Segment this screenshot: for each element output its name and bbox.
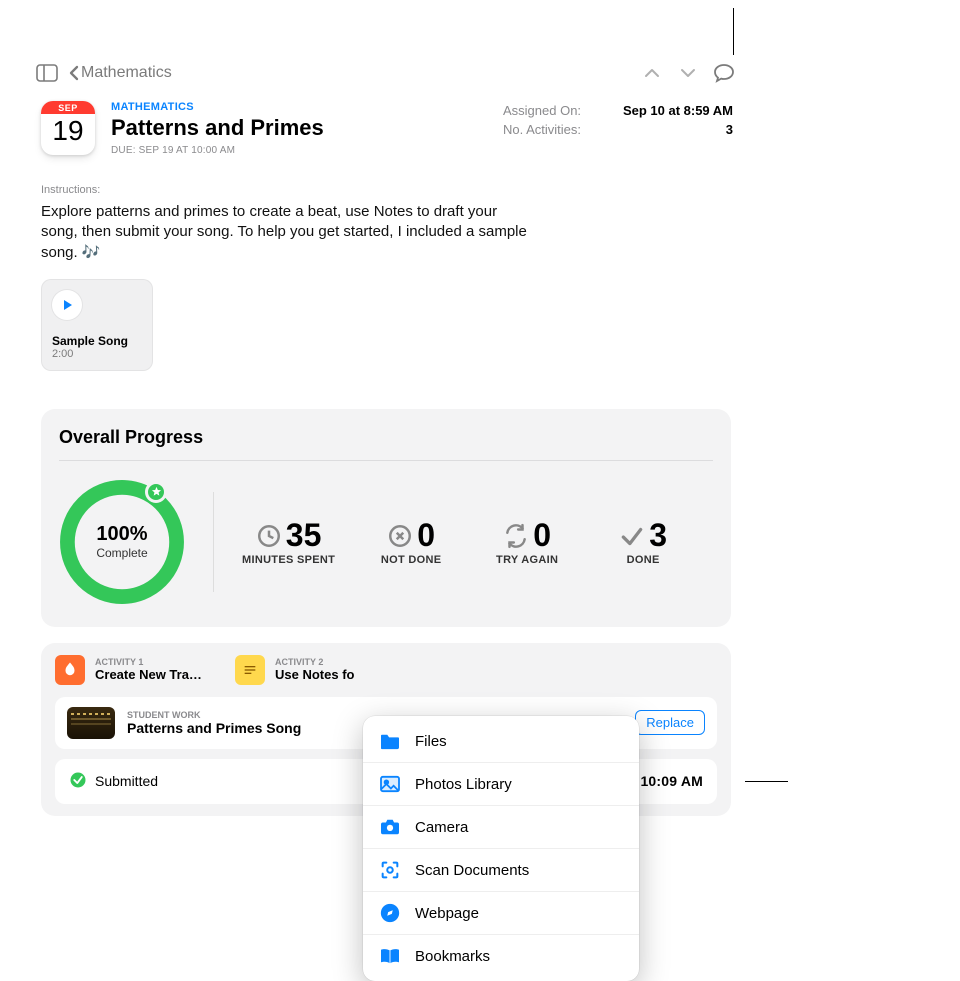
- back-label: Mathematics: [81, 64, 172, 82]
- stat-value: 35: [286, 517, 322, 554]
- menu-item-files[interactable]: Files: [363, 720, 639, 762]
- activity-number: ACTIVITY 1: [95, 657, 202, 667]
- stat-done: 3 DONE: [603, 517, 683, 566]
- activity-number: ACTIVITY 2: [275, 657, 354, 667]
- book-icon: [379, 945, 401, 967]
- instructions-label: Instructions:: [27, 166, 745, 202]
- stat-value: 3: [649, 517, 667, 554]
- calendar-day: 19: [52, 114, 83, 148]
- submitted-label: Submitted: [95, 773, 158, 789]
- next-assignment-button[interactable]: [673, 61, 703, 85]
- overall-progress-card: Overall Progress 100% Complete: [41, 409, 731, 627]
- folder-icon: [379, 730, 401, 752]
- divider: [59, 460, 713, 461]
- check-circle-icon: [69, 771, 87, 792]
- activity-name: Create New Tra…: [95, 667, 202, 682]
- song-thumbnail-icon: [67, 707, 115, 739]
- menu-label: Files: [415, 733, 447, 750]
- garageband-icon: [55, 655, 85, 685]
- sidebar-toggle-icon[interactable]: [33, 61, 61, 85]
- menu-item-scan[interactable]: Scan Documents: [363, 848, 639, 891]
- menu-item-webpage[interactable]: Webpage: [363, 891, 639, 934]
- stat-label: MINUTES SPENT: [242, 554, 335, 566]
- attachment-sample-song[interactable]: Sample Song 2:00: [41, 279, 153, 371]
- overall-progress-title: Overall Progress: [59, 427, 713, 448]
- divider: [213, 492, 214, 592]
- menu-label: Webpage: [415, 905, 479, 922]
- due-date: DUE: SEP 19 AT 10:00 AM: [111, 145, 487, 156]
- menu-label: Photos Library: [415, 776, 512, 793]
- assigned-on-label: Assigned On:: [503, 103, 581, 118]
- app-window: Mathematics SEP 19 MATHEMATICS Patterns …: [27, 55, 745, 915]
- menu-item-bookmarks[interactable]: Bookmarks: [363, 934, 639, 977]
- progress-ring: 100% Complete: [59, 479, 185, 605]
- instructions-body: Explore patterns and primes to create a …: [27, 202, 547, 263]
- x-circle-icon: [387, 523, 413, 549]
- assigned-on-value: Sep 10 at 8:59 AM: [623, 103, 733, 118]
- stat-label: NOT DONE: [371, 554, 451, 566]
- progress-stats: 35 MINUTES SPENT 0 NOT DONE: [242, 517, 683, 566]
- star-badge-icon: [145, 481, 167, 503]
- assignment-header: SEP 19 MATHEMATICS Patterns and Primes D…: [27, 91, 745, 166]
- stat-try-again: 0 TRY AGAIN: [487, 517, 567, 566]
- activity-name: Use Notes fo: [275, 667, 354, 682]
- stat-value: 0: [417, 517, 435, 554]
- replace-button[interactable]: Replace: [635, 710, 705, 735]
- retry-icon: [503, 523, 529, 549]
- menu-label: Bookmarks: [415, 948, 490, 965]
- back-button[interactable]: Mathematics: [67, 64, 172, 82]
- chat-icon[interactable]: [709, 61, 739, 85]
- stat-minutes-spent: 35 MINUTES SPENT: [242, 517, 335, 566]
- progress-percent-sub: Complete: [96, 546, 147, 560]
- stat-not-done: 0 NOT DONE: [371, 517, 451, 566]
- scan-icon: [379, 859, 401, 881]
- checkmark-icon: [619, 523, 645, 549]
- menu-label: Scan Documents: [415, 862, 529, 879]
- attachment-duration: 2:00: [52, 348, 142, 360]
- menu-label: Camera: [415, 819, 468, 836]
- stat-label: DONE: [603, 554, 683, 566]
- source-picker-menu: Files Photos Library Camera Scan Documen…: [363, 716, 639, 981]
- photo-icon: [379, 773, 401, 795]
- activities-count-value: 3: [726, 122, 733, 137]
- stat-label: TRY AGAIN: [487, 554, 567, 566]
- previous-assignment-button[interactable]: [637, 61, 667, 85]
- menu-item-camera[interactable]: Camera: [363, 805, 639, 848]
- menu-item-photos[interactable]: Photos Library: [363, 762, 639, 805]
- activity-2[interactable]: ACTIVITY 2 Use Notes fo: [235, 655, 395, 685]
- calendar-tile: SEP 19: [41, 101, 95, 155]
- compass-icon: [379, 902, 401, 924]
- camera-icon: [379, 816, 401, 838]
- top-nav-bar: Mathematics: [27, 55, 745, 91]
- activity-1[interactable]: ACTIVITY 1 Create New Tra…: [55, 655, 215, 685]
- activities-count-label: No. Activities:: [503, 122, 581, 137]
- submitted-time: 10:09 AM: [640, 773, 703, 789]
- assignment-title: Patterns and Primes: [111, 115, 487, 141]
- play-icon[interactable]: [52, 290, 82, 320]
- progress-percent: 100%: [96, 523, 147, 546]
- attachment-title: Sample Song: [52, 334, 142, 348]
- clock-icon: [256, 523, 282, 549]
- calendar-month: SEP: [41, 101, 95, 114]
- subject-label: MATHEMATICS: [111, 101, 487, 113]
- stat-value: 0: [533, 517, 551, 554]
- notes-icon: [235, 655, 265, 685]
